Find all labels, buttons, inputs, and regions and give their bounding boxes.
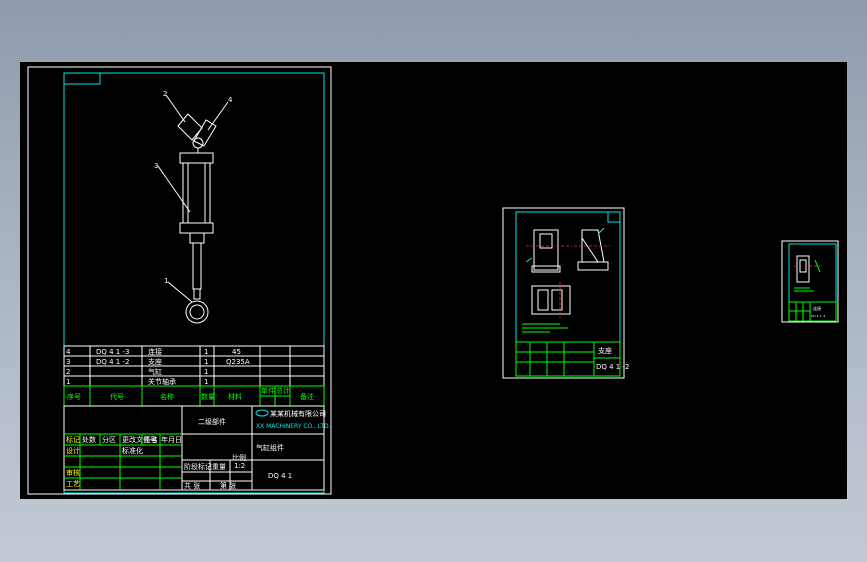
label-signature: 签名: [144, 435, 158, 444]
svg-text:材料: 材料: [228, 392, 242, 401]
support-notes: [522, 323, 568, 333]
svg-text:4: 4: [66, 348, 71, 356]
cylinder-assembly-drawing: [157, 94, 229, 324]
corner-tag: [64, 73, 101, 85]
svg-text:支座: 支座: [148, 357, 162, 366]
label-zone: 分区: [102, 435, 116, 444]
part-name: 气缸组件: [256, 443, 284, 452]
company-logo: [255, 409, 269, 417]
svg-text:总计: 总计: [276, 386, 290, 395]
cad-canvas[interactable]: 2 4 3 1 4 DQ 4 1 -3 连接 1 45 3 DQ 4 1 -2 …: [20, 62, 847, 499]
svg-text:2: 2: [66, 368, 70, 376]
bom-row-1: 4 DQ 4 1 -3 连接 1 45: [66, 347, 241, 356]
svg-text:关节轴承: 关节轴承: [148, 377, 176, 386]
balloon-3: 3: [154, 162, 158, 170]
sheet-support[interactable]: 支座 DQ 4 1 -2: [502, 207, 629, 379]
svg-text:连接: 连接: [148, 347, 162, 356]
svg-text:1: 1: [66, 378, 70, 386]
svg-text:备注: 备注: [300, 392, 314, 401]
svg-text:3: 3: [66, 358, 70, 366]
svg-text:1: 1: [204, 348, 208, 356]
balloon-1: 1: [164, 277, 168, 285]
sheet-connector[interactable]: 连接 DQ 4 1 -3: [781, 240, 839, 323]
support-title: 支座: [598, 346, 612, 355]
svg-text:序号: 序号: [67, 392, 81, 401]
sheet-assembly[interactable]: 2 4 3 1 4 DQ 4 1 -3 连接 1 45 3 DQ 4 1 -2 …: [27, 66, 332, 495]
support-front-view: [525, 229, 572, 273]
label-count: 处数: [82, 435, 96, 444]
bom-row-2: 3 DQ 4 1 -2 支座 1 Q235A: [66, 357, 250, 366]
company-name-en: XX MACHINERY CO., LTD.: [256, 423, 331, 430]
svg-text:45: 45: [232, 348, 241, 356]
svg-text:数量: 数量: [201, 392, 215, 401]
svg-text:DQ 4 1 -2: DQ 4 1 -2: [96, 358, 129, 366]
label-stage: 阶段标记: [184, 462, 212, 471]
label-review: 审核: [66, 468, 80, 477]
svg-text:单件: 单件: [261, 386, 275, 395]
drawing-title: 二级部件: [198, 417, 226, 426]
scale-value: 1:2: [234, 462, 245, 470]
support-bottom-view: [531, 282, 571, 318]
connector-title-block: [788, 301, 837, 322]
label-total-sheets: 共 张: [184, 481, 200, 490]
connector-title: 连接: [813, 305, 821, 311]
label-process: 工艺: [66, 480, 80, 488]
svg-text:Q235A: Q235A: [226, 358, 250, 366]
svg-text:DQ 4 1 -3: DQ 4 1 -3: [96, 348, 129, 356]
label-weight: 重量: [212, 463, 226, 471]
bom-row-4: 1 关节轴承 1: [66, 377, 208, 386]
label-scale: 比例: [232, 453, 246, 462]
bom-row-3: 2 气缸 1: [66, 367, 208, 376]
support-number: DQ 4 1 -2: [596, 363, 629, 371]
svg-text:代号: 代号: [110, 392, 124, 401]
svg-text:1: 1: [204, 358, 208, 366]
cad-drawing-viewport[interactable]: 2 4 3 1 4 DQ 4 1 -3 连接 1 45 3 DQ 4 1 -2 …: [20, 62, 847, 499]
label-sheet-no: 第 张: [220, 481, 236, 490]
connector-number: DQ 4 1 -3: [811, 314, 825, 318]
label-date: 年月日: [161, 435, 182, 444]
label-mark: 标记: [66, 435, 80, 444]
company-name: 某某机械有限公司: [270, 409, 326, 418]
svg-text:1: 1: [204, 368, 208, 376]
sheet-border: [63, 72, 325, 494]
svg-text:1: 1: [204, 378, 208, 386]
svg-text:名称: 名称: [160, 392, 174, 401]
balloon-2: 2: [163, 90, 167, 98]
label-standardization: 标准化: [122, 446, 143, 455]
drawing-number: DQ 4 1: [268, 472, 292, 480]
bom-header: 序号 代号 名称 数量 材料 单件 总计 备注: [63, 385, 325, 407]
support-side-view: [574, 227, 610, 271]
svg-text:气缸: 气缸: [148, 367, 162, 376]
connector-view: [794, 255, 821, 292]
label-design: 设计: [66, 446, 80, 455]
balloon-4: 4: [228, 96, 233, 104]
